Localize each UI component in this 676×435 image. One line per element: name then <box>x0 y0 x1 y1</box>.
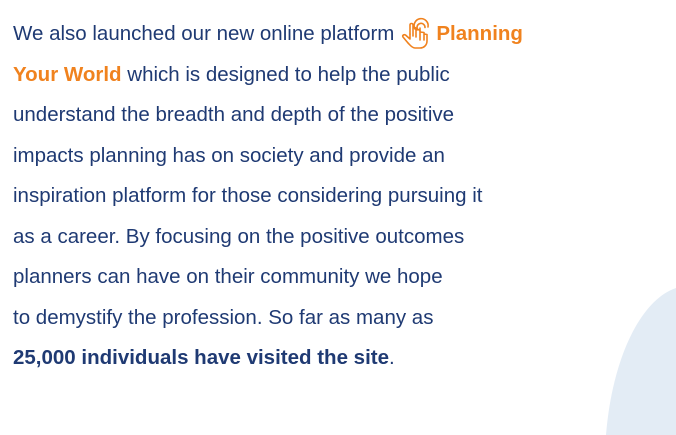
line-1-text: We also launched our new online platform <box>13 22 395 45</box>
page: We also launched our new online platform… <box>0 0 676 435</box>
paragraph-line-1: We also launched our new online platform… <box>13 14 673 55</box>
paragraph-line-7: planners can have on their community we … <box>13 265 443 288</box>
planning-your-world-link-part-1[interactable]: Planning <box>436 22 523 45</box>
planning-your-world-link-part-2[interactable]: Your World <box>13 63 122 86</box>
paragraph-line-8: to demystify the profession. So far as m… <box>13 305 434 329</box>
hand-pointer-icon <box>398 16 434 50</box>
paragraph-line-5: inspiration platform for those consideri… <box>13 184 483 207</box>
paragraph-line-3: understand the breadth and depth of the … <box>13 103 455 126</box>
body-paragraph: We also launched our new online platform… <box>13 14 673 379</box>
paragraph-line-6: as a career. By focusing on the positive… <box>13 224 465 248</box>
visitors-statistic: 25,000 individuals have visited the site <box>13 346 389 369</box>
paragraph-line-2: Your World which is designed to help the… <box>13 55 673 96</box>
line-2-text: which is designed to help the public <box>121 62 450 86</box>
paragraph-line-4: impacts planning has on society and prov… <box>13 143 445 167</box>
line-9-end: . <box>389 346 395 369</box>
paragraph-line-9: 25,000 individuals have visited the site… <box>13 338 673 379</box>
